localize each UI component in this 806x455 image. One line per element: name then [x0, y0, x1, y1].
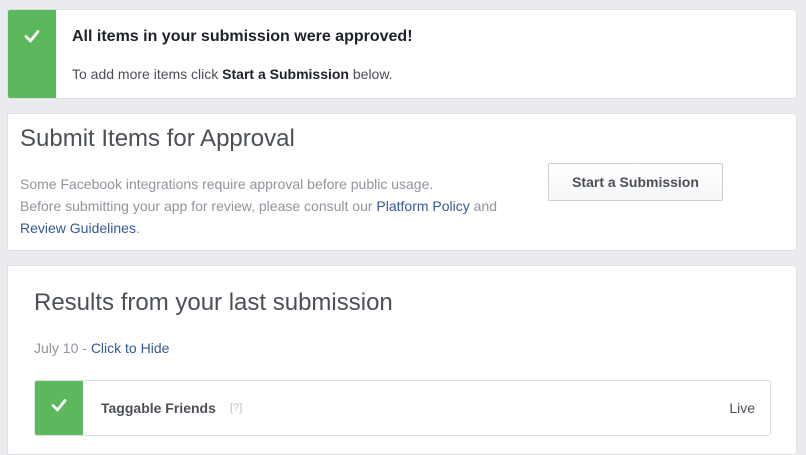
approval-banner: All items in your submission were approv… — [7, 9, 797, 99]
desc-end: . — [135, 220, 140, 236]
results-title: Results from your last submission — [34, 289, 393, 316]
check-icon — [51, 399, 67, 412]
review-guidelines-link[interactable]: Review Guidelines — [20, 220, 136, 236]
banner-body-suffix: below. — [348, 66, 393, 82]
desc-and: and — [469, 198, 498, 214]
results-card: Results from your last submission July 1… — [7, 265, 797, 455]
check-icon — [24, 30, 40, 43]
submit-title: Submit Items for Approval — [20, 125, 295, 152]
platform-policy-link[interactable]: Platform Policy — [376, 198, 469, 214]
help-icon[interactable]: [?] — [230, 402, 242, 414]
submit-description: Some Facebook integrations require appro… — [20, 173, 500, 239]
banner-status-bar — [8, 10, 56, 98]
item-status: Live — [729, 400, 755, 416]
result-item-row: Taggable Friends [?] Live — [34, 380, 771, 436]
banner-body-emphasis: Start a Submission — [222, 66, 349, 82]
submission-date: July 10 — [34, 340, 79, 356]
item-status-bar — [35, 381, 83, 435]
desc-line-1: Some Facebook integrations require appro… — [20, 176, 434, 192]
banner-body-prefix: To add more items click — [72, 66, 223, 82]
results-date-line: July 10 - Click to Hide — [34, 340, 169, 356]
date-separator: - — [78, 340, 91, 356]
submit-items-card: Submit Items for Approval Some Facebook … — [7, 113, 797, 251]
banner-title: All items in your submission were approv… — [72, 28, 413, 45]
item-name: Taggable Friends — [101, 400, 216, 416]
desc-line-2: Before submitting your app for review, p… — [20, 198, 377, 214]
banner-body: To add more items click Start a Submissi… — [72, 66, 393, 82]
hide-results-link[interactable]: Click to Hide — [91, 340, 170, 356]
start-submission-button[interactable]: Start a Submission — [548, 163, 723, 201]
